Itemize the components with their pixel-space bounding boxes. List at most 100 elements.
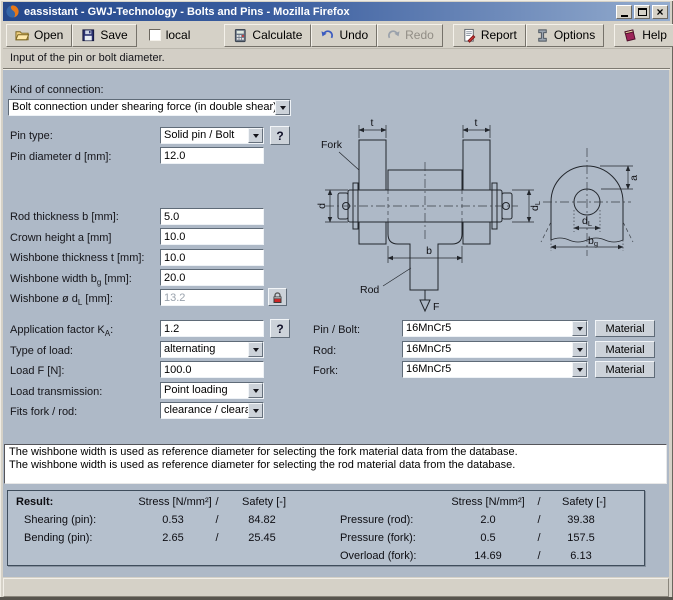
wishbone-width-label: Wishbone width bg [mm]: <box>10 273 132 289</box>
application-factor-help-button[interactable]: ? <box>270 319 290 338</box>
results-title: Result: <box>16 496 53 508</box>
bottom-status-bar <box>3 578 669 597</box>
pin-type-select[interactable]: Solid pin / Bolt <box>160 127 264 144</box>
report-button-label: Report <box>481 28 517 42</box>
results-col-safety: Safety [-] <box>546 496 622 508</box>
bolt-connection-diagram: t t d dL b Fork Rod <box>305 90 673 318</box>
load-f-label: Load F [N]: <box>10 365 64 377</box>
fits-fork-rod-label: Fits fork / rod: <box>10 406 77 418</box>
results-col-sep: / <box>533 496 545 508</box>
results-col-stress: Stress [N/mm²] <box>125 496 225 508</box>
save-floppy-icon <box>81 28 96 43</box>
results-panel: Result: Stress [N/mm²] / Safety [-] Shea… <box>7 490 645 566</box>
chevron-down-icon[interactable] <box>572 342 587 357</box>
close-button[interactable]: × <box>652 5 668 19</box>
report-button[interactable]: Report <box>453 24 526 47</box>
application-factor-input[interactable] <box>160 320 264 337</box>
toolbar: Open Save local <box>3 22 670 49</box>
results-col-stress: Stress [N/mm²] <box>438 496 538 508</box>
chevron-down-icon[interactable] <box>248 383 263 398</box>
material-pin-bolt-button[interactable]: Material <box>595 320 655 337</box>
info-line: The wishbone width is used as reference … <box>9 459 662 472</box>
rod-thickness-input[interactable] <box>160 208 264 225</box>
chevron-down-icon[interactable] <box>572 362 587 377</box>
pin-diameter-label: Pin diameter d [mm]: <box>10 151 111 163</box>
type-of-load-label: Type of load: <box>10 345 73 357</box>
chevron-down-icon[interactable] <box>248 403 263 418</box>
undo-button[interactable]: Undo <box>311 24 377 47</box>
result-row-label: Bending (pin): <box>24 532 93 544</box>
rod-thickness-label: Rod thickness b [mm]: <box>10 211 119 223</box>
svg-text:t: t <box>475 117 478 129</box>
svg-text:d: d <box>316 203 328 209</box>
result-safety-value: 157.5 <box>543 532 619 544</box>
results-col-sep: / <box>211 496 223 508</box>
pin-type-help-button[interactable]: ? <box>270 126 290 145</box>
help-button[interactable]: Help <box>614 24 673 47</box>
info-box: The wishbone width is used as reference … <box>4 444 667 484</box>
material-fork-select[interactable]: 16MnCr5 <box>402 361 588 378</box>
wishbone-width-input[interactable] <box>160 269 264 286</box>
result-safety-value: 6.13 <box>543 550 619 562</box>
material-pin-bolt-label: Pin / Bolt: <box>313 324 360 336</box>
fits-fork-rod-select[interactable]: clearance / clearance <box>160 402 264 419</box>
calculate-button[interactable]: Calculate <box>224 24 311 47</box>
result-safety-value: 84.82 <box>230 514 294 526</box>
wishbone-thickness-input[interactable] <box>160 249 264 266</box>
result-stress-value: 0.53 <box>133 514 213 526</box>
svg-text:t: t <box>371 117 374 129</box>
kind-of-connection-label: Kind of connection: <box>10 84 104 96</box>
kind-of-connection-select[interactable]: Bolt connection under shearing force (in… <box>8 99 291 116</box>
load-transmission-select[interactable]: Point loading <box>160 382 264 399</box>
type-of-load-select[interactable]: alternating <box>160 341 264 358</box>
chevron-down-icon[interactable] <box>248 342 263 357</box>
result-stress-value: 2.65 <box>133 532 213 544</box>
material-rod-button[interactable]: Material <box>595 341 655 358</box>
wishbone-diameter-label: Wishbone ø dL [mm]: <box>10 293 113 309</box>
minimize-icon <box>621 15 628 17</box>
svg-text:F: F <box>433 301 439 313</box>
minimize-button[interactable] <box>616 5 632 19</box>
application-factor-label: Application factor KA: <box>10 324 113 340</box>
save-button[interactable]: Save <box>72 24 136 47</box>
open-folder-icon <box>15 28 30 43</box>
save-button-label: Save <box>100 28 127 42</box>
local-checkbox[interactable] <box>149 29 161 41</box>
load-f-input[interactable] <box>160 361 264 378</box>
svg-text:b: b <box>426 245 432 257</box>
redo-button[interactable]: Redo <box>377 24 443 47</box>
svg-text:a: a <box>628 175 640 181</box>
calculator-icon <box>233 28 248 43</box>
lock-button[interactable] <box>268 288 287 306</box>
svg-text:dL: dL <box>529 201 542 211</box>
result-sep: / <box>211 532 223 544</box>
svg-text:dL: dL <box>582 215 592 228</box>
options-button[interactable]: Options <box>526 24 604 47</box>
firefox-icon <box>5 4 20 19</box>
material-pin-bolt-select[interactable]: 16MnCr5 <box>402 320 588 337</box>
pin-type-label: Pin type: <box>10 130 53 142</box>
material-fork-button[interactable]: Material <box>595 361 655 378</box>
open-button[interactable]: Open <box>6 24 72 47</box>
window-title: eassistant - GWJ-Technology - Bolts and … <box>24 6 612 18</box>
crown-height-input[interactable] <box>160 228 264 245</box>
report-document-icon <box>462 28 477 43</box>
maximize-button[interactable] <box>634 5 650 19</box>
undo-button-label: Undo <box>339 28 368 42</box>
chevron-down-icon[interactable] <box>275 100 290 115</box>
wishbone-thickness-label: Wishbone thickness t [mm]: <box>10 252 145 264</box>
close-icon: × <box>656 6 663 18</box>
titlebar[interactable]: eassistant - GWJ-Technology - Bolts and … <box>3 2 670 21</box>
material-rod-select[interactable]: 16MnCr5 <box>402 341 588 358</box>
info-line: The wishbone width is used as reference … <box>9 446 662 459</box>
result-stress-value: 2.0 <box>448 514 528 526</box>
svg-text:Rod: Rod <box>360 284 379 296</box>
pin-diameter-input[interactable] <box>160 147 264 164</box>
local-checkbox-group[interactable]: local <box>149 28 191 42</box>
chevron-down-icon[interactable] <box>572 321 587 336</box>
status-message: Input of the pin or bolt diameter. <box>3 49 670 68</box>
chevron-down-icon[interactable] <box>248 128 263 143</box>
main-section-view: t t d dL b Fork Rod <box>316 117 542 313</box>
svg-text:Fork: Fork <box>321 139 343 151</box>
load-transmission-label: Load transmission: <box>10 386 102 398</box>
